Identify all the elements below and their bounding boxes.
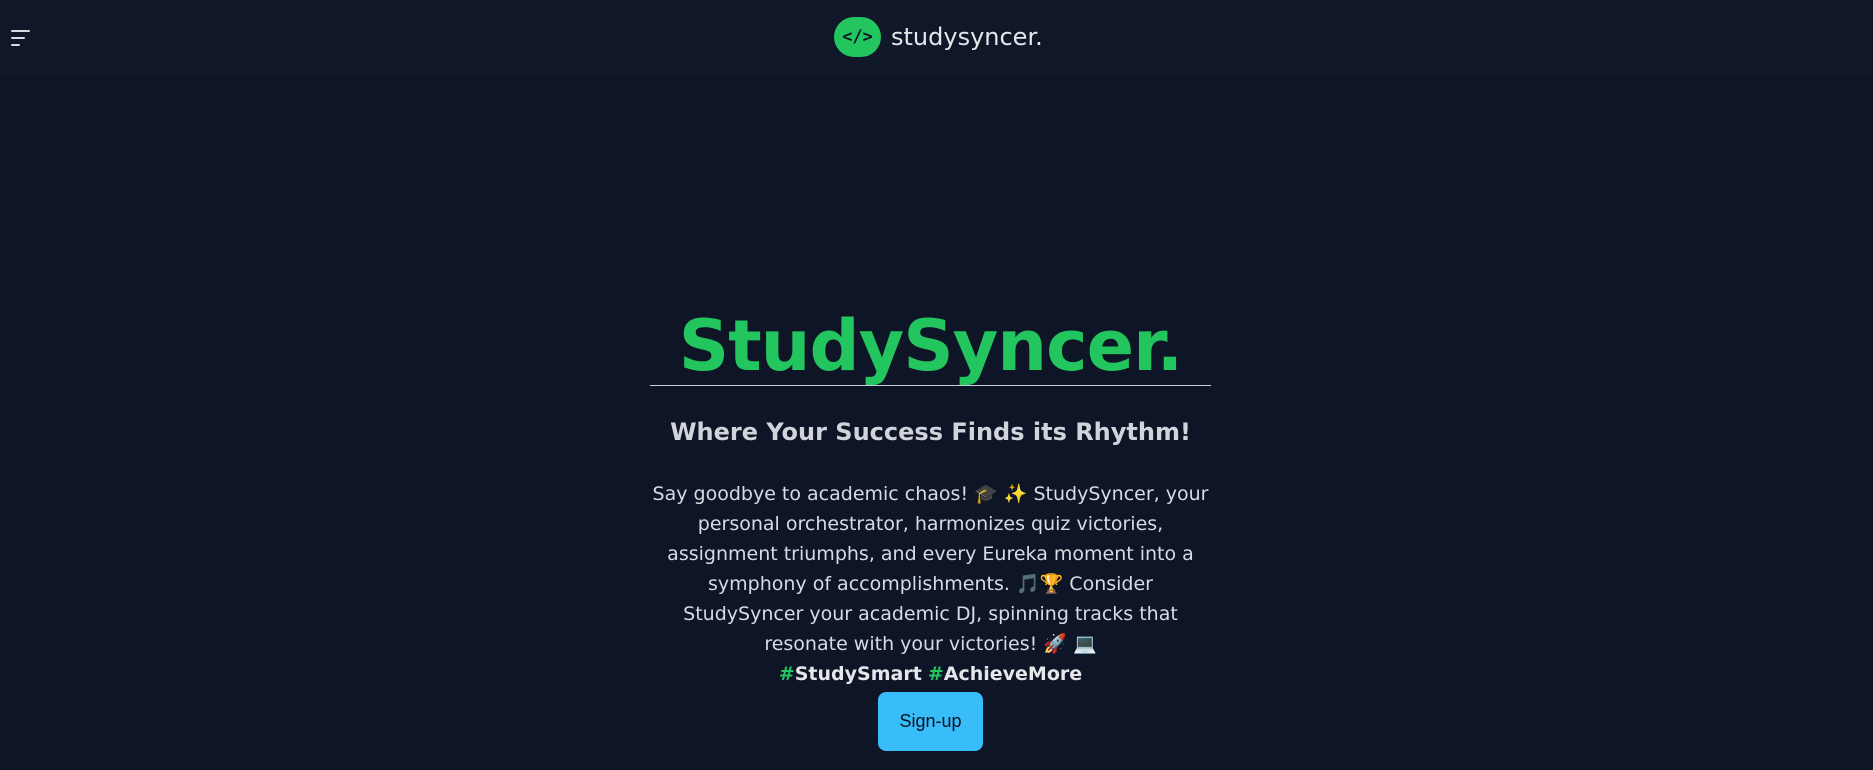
hero-description-text: Say goodbye to academic chaos! 🎓 ✨ Study… — [652, 483, 1209, 655]
hashtag-achieve-more: #AchieveMore — [927, 663, 1083, 685]
hamburger-menu-icon[interactable] — [10, 27, 32, 49]
hero-title: StudySyncer. — [678, 305, 1183, 387]
hero-subtitle: Where Your Success Finds its Rhythm! — [670, 418, 1191, 446]
brand-link[interactable]: </> studysyncer. — [834, 17, 1043, 57]
code-logo-icon: </> — [834, 17, 881, 57]
hero-description: Say goodbye to academic chaos! 🎓 ✨ Study… — [650, 479, 1211, 689]
signup-button[interactable]: Sign-up — [878, 692, 983, 751]
navbar: </> studysyncer. — [0, 0, 1873, 77]
brand-name: studysyncer. — [891, 23, 1043, 51]
hero-title-container: StudySyncer. — [650, 305, 1211, 387]
hero-section: StudySyncer. Where Your Success Finds it… — [650, 305, 1211, 689]
hashtag-study-smart: #StudySmart — [778, 663, 922, 685]
